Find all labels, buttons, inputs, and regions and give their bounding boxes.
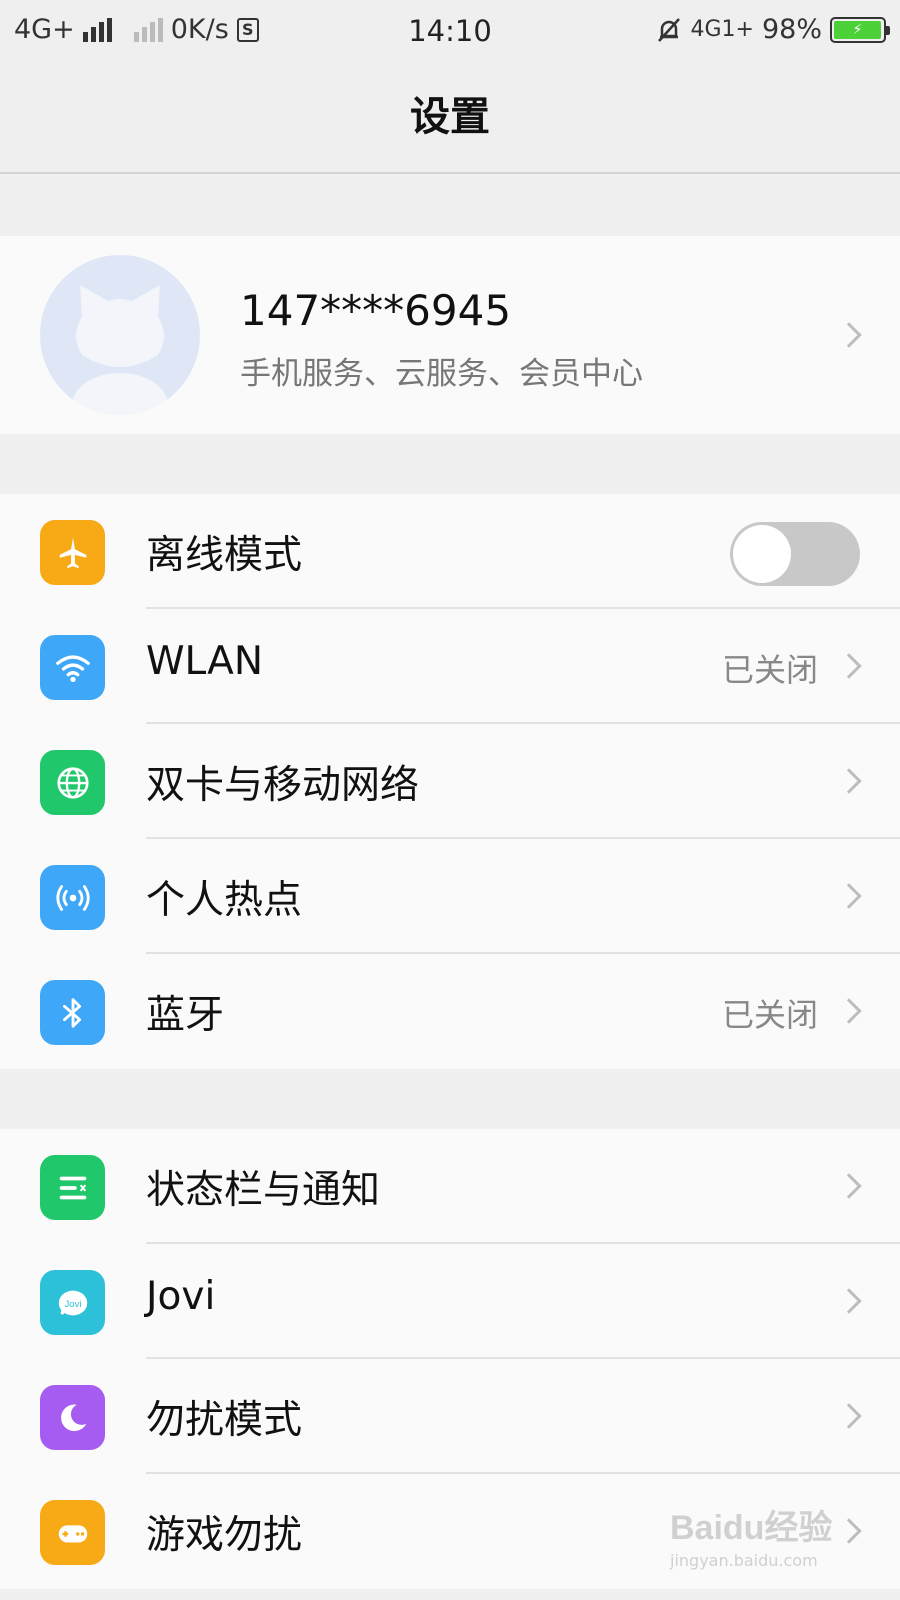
settings-row-label: Jovi bbox=[146, 1274, 216, 1319]
status-bar: 4G+ 0K/s S 14:10 4G1+ 98% ⚡ bbox=[0, 0, 900, 62]
chevron-right-icon bbox=[836, 1288, 862, 1314]
globe-icon bbox=[40, 750, 105, 815]
chevron-right-icon bbox=[836, 322, 862, 348]
settings-row-bluetooth[interactable]: 蓝牙 已关闭 bbox=[0, 954, 900, 1069]
bluetooth-status: 已关闭 bbox=[721, 996, 818, 1034]
battery-percent: 98% bbox=[761, 14, 822, 45]
notification-list-icon bbox=[40, 1155, 105, 1220]
settings-row-status-bar[interactable]: 状态栏与通知 bbox=[0, 1129, 900, 1244]
settings-row-label: 离线模式 bbox=[146, 533, 303, 578]
title-bar: 设置 bbox=[0, 62, 900, 174]
chevron-right-icon bbox=[836, 883, 862, 909]
settings-group-network: 离线模式 WLAN 已关闭 双卡与移动网络 个人热点 蓝牙 已关闭 bbox=[0, 494, 900, 1069]
network-type-right: 4G1+ bbox=[690, 17, 754, 42]
settings-row-jovi[interactable]: Jovi Jovi bbox=[0, 1244, 900, 1359]
offline-mode-toggle[interactable] bbox=[730, 522, 860, 586]
settings-row-offline-mode[interactable]: 离线模式 bbox=[0, 494, 900, 609]
gamepad-icon bbox=[40, 1500, 105, 1565]
wifi-icon bbox=[40, 635, 105, 700]
account-card[interactable]: 147****6945 手机服务、云服务、会员中心 bbox=[0, 236, 900, 434]
account-subtitle: 手机服务、云服务、会员中心 bbox=[240, 356, 643, 392]
cat-avatar-icon bbox=[40, 255, 200, 415]
settings-row-label: 蓝牙 bbox=[146, 993, 225, 1038]
chevron-right-icon bbox=[836, 1173, 862, 1199]
chevron-right-icon bbox=[836, 1403, 862, 1429]
settings-row-do-not-disturb[interactable]: 勿扰模式 bbox=[0, 1359, 900, 1474]
bluetooth-icon bbox=[40, 980, 105, 1045]
status-right: 4G1+ 98% ⚡ bbox=[655, 14, 890, 45]
settings-row-label: 状态栏与通知 bbox=[146, 1168, 381, 1213]
hotspot-icon bbox=[40, 865, 105, 930]
svg-text:Jovi: Jovi bbox=[64, 1298, 81, 1309]
account-phone: 147****6945 bbox=[240, 286, 512, 335]
battery-fill: ⚡ bbox=[834, 20, 882, 39]
settings-row-label: WLAN bbox=[146, 639, 264, 684]
settings-row-dual-sim[interactable]: 双卡与移动网络 bbox=[0, 724, 900, 839]
wlan-status: 已关闭 bbox=[721, 651, 818, 689]
chevron-right-icon bbox=[836, 768, 862, 794]
page-title: 设置 bbox=[410, 94, 490, 140]
watermark-url: jingyan.baidu.com bbox=[670, 1551, 818, 1570]
jovi-icon: Jovi bbox=[40, 1270, 105, 1335]
settings-row-label: 个人热点 bbox=[146, 878, 303, 923]
settings-row-label: 游戏勿扰 bbox=[146, 1513, 303, 1558]
settings-row-label: 勿扰模式 bbox=[146, 1398, 303, 1443]
settings-row-label: 双卡与移动网络 bbox=[146, 763, 420, 808]
baidu-watermark: Baidu经验 jingyan.baidu.com bbox=[670, 1500, 860, 1580]
chevron-right-icon bbox=[836, 653, 862, 679]
toggle-knob bbox=[733, 525, 791, 583]
watermark-logo: Baidu经验 bbox=[670, 1509, 833, 1547]
airplane-icon bbox=[40, 520, 105, 585]
mute-bell-icon bbox=[657, 17, 680, 42]
settings-row-hotspot[interactable]: 个人热点 bbox=[0, 839, 900, 954]
chevron-right-icon bbox=[836, 998, 862, 1024]
settings-row-wlan[interactable]: WLAN 已关闭 bbox=[0, 609, 900, 724]
moon-icon bbox=[40, 1385, 105, 1450]
battery-charging-icon: ⚡ bbox=[830, 16, 890, 43]
